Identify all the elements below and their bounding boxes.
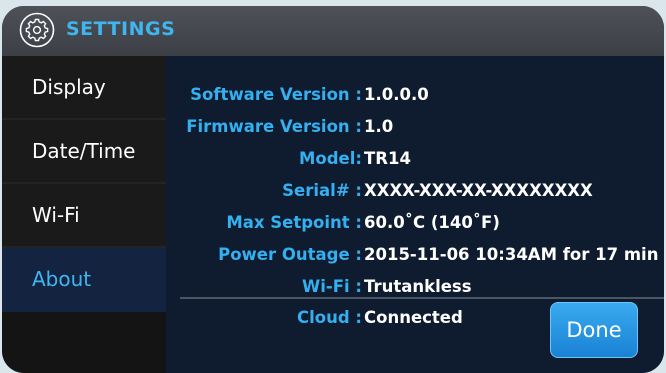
sidebar-item-about[interactable]: About [2, 248, 166, 312]
sidebar-item-label: Date/Time [32, 139, 136, 163]
gear-icon [19, 12, 55, 48]
info-label: Serial# : [282, 181, 362, 200]
info-value: Connected [364, 308, 463, 327]
info-row-model: Model: TR14 [166, 149, 664, 179]
sidebar: Display Date/Time Wi-Fi About [2, 56, 166, 373]
divider [180, 297, 664, 299]
info-value: 60.0˚C (140˚F) [364, 213, 500, 232]
info-label: Max Setpoint : [226, 213, 362, 232]
info-row-power-outage: Power Outage : 2015-11-06 10:34AM for 17… [166, 245, 664, 275]
header-bar: SETTINGS [2, 6, 664, 56]
info-value: Trutankless [364, 277, 472, 296]
info-value: 1.0.0.0 [364, 85, 429, 104]
sidebar-item-label: About [32, 267, 92, 291]
info-label: Model: [298, 149, 362, 168]
sidebar-item-wifi[interactable]: Wi-Fi [2, 184, 166, 248]
page-title: SETTINGS [66, 18, 176, 40]
info-label: Software Version : [190, 85, 362, 104]
done-button[interactable]: Done [550, 302, 638, 358]
info-label: Power Outage : [218, 245, 362, 264]
info-label: Firmware Version : [186, 117, 362, 136]
sidebar-item-label: Wi-Fi [32, 203, 80, 227]
info-value: TR14 [364, 149, 411, 168]
info-row-software-version: Software Version : 1.0.0.0 [166, 85, 664, 115]
info-row-firmware-version: Firmware Version : 1.0 [166, 117, 664, 147]
sidebar-item-display[interactable]: Display [2, 56, 166, 120]
info-value: 1.0 [364, 117, 394, 136]
info-value: XXXX-XXX-XX-XXXXXXXX [364, 181, 593, 200]
info-label: Cloud : [296, 308, 362, 327]
info-value: 2015-11-06 10:34AM for 17 min [364, 245, 659, 264]
sidebar-item-label: Display [32, 75, 106, 99]
sidebar-item-date-time[interactable]: Date/Time [2, 120, 166, 184]
info-row-max-setpoint: Max Setpoint : 60.0˚C (140˚F) [166, 213, 664, 243]
info-label: Wi-Fi : [302, 277, 362, 296]
info-row-serial: Serial# : XXXX-XXX-XX-XXXXXXXX [166, 181, 664, 211]
